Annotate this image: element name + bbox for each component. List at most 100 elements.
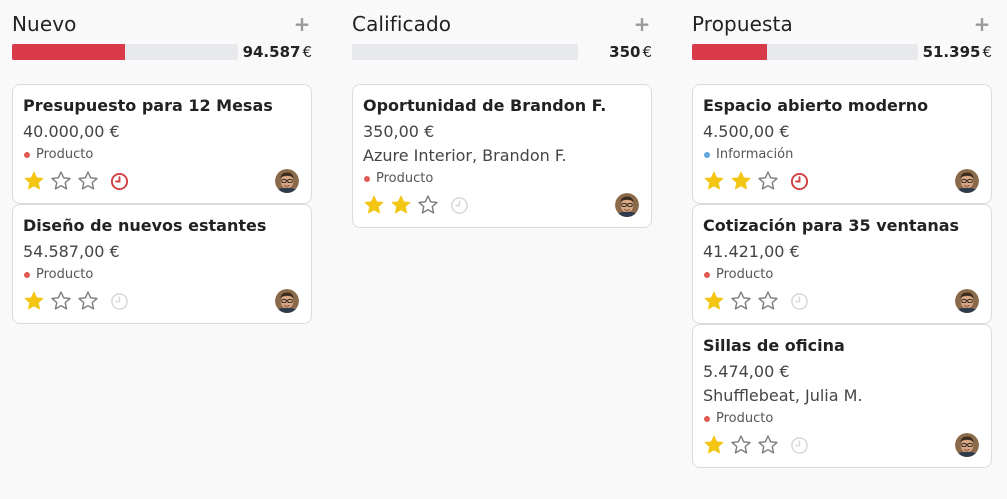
tag-label: Producto — [36, 267, 94, 282]
card-amount: 41.421,00 € — [703, 242, 800, 261]
progress-bar[interactable] — [692, 44, 918, 60]
clock-icon[interactable] — [790, 436, 809, 455]
column-total: 51.395 € — [918, 43, 992, 61]
column-cards: Oportunidad de Brandon F. 350,00 € Azure I… — [352, 84, 652, 228]
column-title[interactable]: Nuevo — [12, 12, 77, 36]
card-tag: Producto — [703, 264, 981, 286]
star-icon[interactable] — [730, 434, 752, 456]
clock-icon[interactable] — [790, 292, 809, 311]
clock-icon[interactable] — [110, 292, 129, 311]
column-total-currency: € — [302, 43, 312, 61]
card-title: Cotización para 35 ventanas — [703, 216, 960, 235]
tag-label: Información — [716, 147, 794, 162]
star-icon[interactable] — [363, 194, 385, 216]
avatar-image — [955, 289, 979, 313]
tag-color-dot — [704, 416, 710, 422]
clock-icon[interactable] — [790, 172, 809, 191]
column-add-button[interactable]: + — [632, 14, 652, 34]
column-header: Propuesta + — [692, 0, 992, 44]
card-partner: Azure Interior, Brandon F. — [363, 146, 567, 165]
column-add-button[interactable]: + — [292, 14, 312, 34]
star-icon[interactable] — [23, 170, 45, 192]
avatar-image — [955, 169, 979, 193]
star-icon[interactable] — [50, 290, 72, 312]
kanban-column-1: Calificado +350 € Oportunidad de Brandon F.… — [352, 0, 652, 228]
kanban-column-2: Propuesta +51.395 € Espacio abierto moderno… — [692, 0, 992, 468]
clock-icon[interactable] — [110, 172, 129, 191]
card-amount: 54.587,00 € — [23, 242, 120, 261]
column-title[interactable]: Calificado — [352, 12, 451, 36]
star-icon[interactable] — [77, 170, 99, 192]
star-icon[interactable] — [703, 290, 725, 312]
card-footer — [363, 191, 641, 219]
avatar-image — [275, 289, 299, 313]
tag-color-dot — [24, 152, 30, 158]
column-total-value: 51.395 — [922, 43, 981, 61]
star-icon[interactable] — [730, 290, 752, 312]
column-title[interactable]: Propuesta — [692, 12, 793, 36]
opportunity-card[interactable]: Presupuesto para 12 Mesas 40.000,00 € Prod… — [12, 84, 312, 204]
progress-bar-fill[interactable] — [12, 44, 125, 60]
card-title: Diseño de nuevos estantes — [23, 216, 267, 235]
user-avatar[interactable] — [275, 169, 299, 193]
tag-label: Producto — [376, 171, 434, 186]
user-avatar[interactable] — [955, 433, 979, 457]
user-avatar[interactable] — [955, 169, 979, 193]
avatar-image — [955, 433, 979, 457]
star-icon[interactable] — [757, 434, 779, 456]
star-icon[interactable] — [77, 290, 99, 312]
card-amount: 4.500,00 € — [703, 122, 790, 141]
avatar-image — [615, 193, 639, 217]
opportunity-card[interactable]: Cotización para 35 ventanas 41.421,00 € Pr… — [692, 204, 992, 324]
column-total-currency: € — [642, 43, 652, 61]
star-icon[interactable] — [417, 194, 439, 216]
opportunity-card[interactable]: Oportunidad de Brandon F. 350,00 € Azure I… — [352, 84, 652, 228]
card-title: Oportunidad de Brandon F. — [363, 96, 607, 115]
card-title: Presupuesto para 12 Mesas — [23, 96, 273, 115]
column-total: 94.587 € — [238, 43, 312, 61]
opportunity-card[interactable]: Diseño de nuevos estantes 54.587,00 € Prod… — [12, 204, 312, 324]
card-footer — [23, 167, 301, 195]
opportunity-card[interactable]: Sillas de oficina 5.474,00 € Shufflebeat, … — [692, 324, 992, 468]
column-total-currency: € — [982, 43, 992, 61]
column-progress: 51.395 € — [692, 42, 992, 62]
column-header: Calificado + — [352, 0, 652, 44]
avatar-image — [275, 169, 299, 193]
user-avatar[interactable] — [275, 289, 299, 313]
card-tag: Producto — [23, 264, 301, 286]
clock-icon[interactable] — [450, 196, 469, 215]
tag-color-dot — [24, 272, 30, 278]
column-total-value: 94.587 — [242, 43, 301, 61]
card-title: Espacio abierto moderno — [703, 96, 929, 115]
card-tag: Producto — [23, 144, 301, 166]
tag-color-dot — [704, 272, 710, 278]
star-icon[interactable] — [23, 290, 45, 312]
card-footer — [703, 287, 981, 315]
card-footer — [703, 167, 981, 195]
user-avatar[interactable] — [955, 289, 979, 313]
opportunity-card[interactable]: Espacio abierto moderno 4.500,00 € Informa… — [692, 84, 992, 204]
column-total: 350 € — [578, 43, 652, 61]
star-icon[interactable] — [757, 170, 779, 192]
column-cards: Presupuesto para 12 Mesas 40.000,00 € Prod… — [12, 84, 312, 324]
column-progress: 94.587 € — [12, 42, 312, 62]
card-amount: 40.000,00 € — [23, 122, 120, 141]
tag-label: Producto — [716, 411, 774, 426]
progress-bar-fill[interactable] — [692, 44, 767, 60]
star-icon[interactable] — [50, 170, 72, 192]
column-add-button[interactable]: + — [972, 14, 992, 34]
card-footer — [23, 287, 301, 315]
progress-bar[interactable] — [352, 44, 578, 60]
tag-label: Producto — [36, 147, 94, 162]
tag-label: Producto — [716, 267, 774, 282]
star-icon[interactable] — [703, 170, 725, 192]
star-icon[interactable] — [390, 194, 412, 216]
star-icon[interactable] — [757, 290, 779, 312]
card-partner: Shufflebeat, Julia M. — [703, 386, 863, 405]
progress-bar[interactable] — [12, 44, 238, 60]
star-icon[interactable] — [730, 170, 752, 192]
user-avatar[interactable] — [615, 193, 639, 217]
card-amount: 5.474,00 € — [703, 362, 790, 381]
star-icon[interactable] — [703, 434, 725, 456]
card-amount: 350,00 € — [363, 122, 435, 141]
